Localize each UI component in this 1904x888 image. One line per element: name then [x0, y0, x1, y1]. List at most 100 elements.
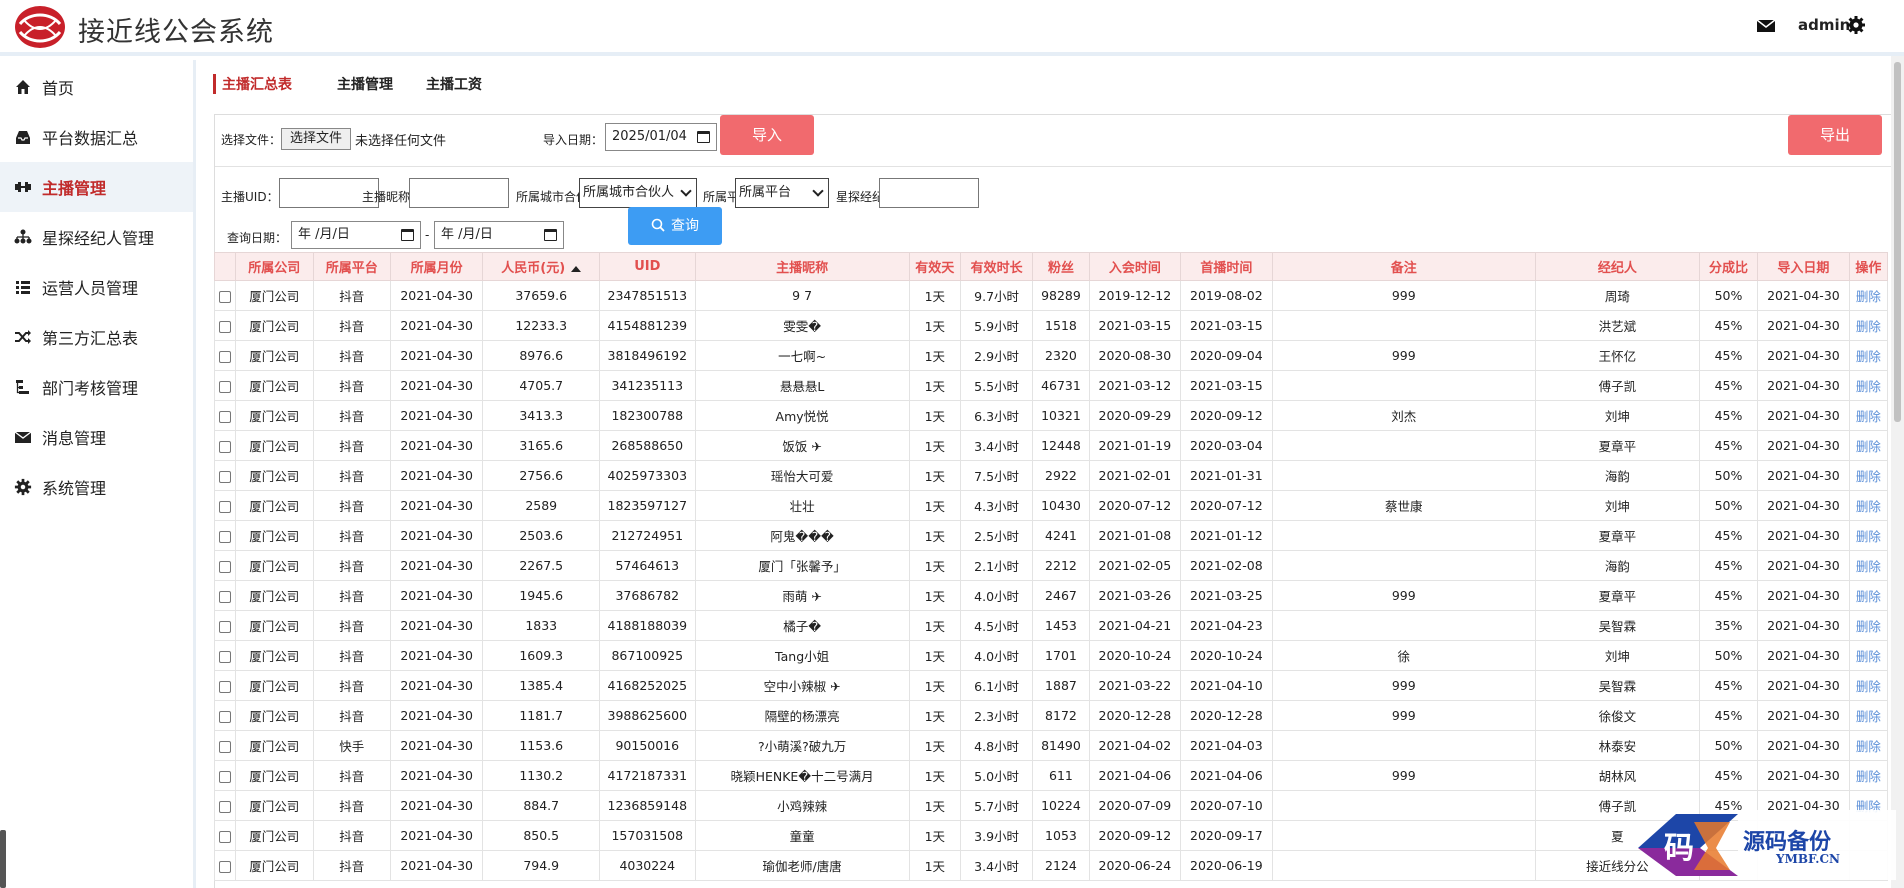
- column-header[interactable]: 导入日期: [1757, 252, 1850, 281]
- sidebar-item-messages[interactable]: 消息管理: [0, 412, 193, 462]
- column-header[interactable]: 人民币(元): [482, 252, 601, 281]
- column-header[interactable]: 粉丝: [1032, 252, 1090, 281]
- query-end-date[interactable]: 年 /月/日: [434, 221, 564, 249]
- row-checkbox[interactable]: [219, 830, 232, 843]
- table-cell: 2922: [1032, 460, 1090, 491]
- table-cell: 2021-04-30: [389, 580, 484, 611]
- row-checkbox[interactable]: [219, 410, 232, 423]
- delete-link[interactable]: 删除: [1848, 430, 1889, 461]
- delete-link[interactable]: 删除: [1848, 760, 1889, 791]
- table-cell: 2019-12-12: [1088, 280, 1182, 311]
- row-checkbox[interactable]: [219, 350, 232, 363]
- table-cell: 夏章平: [1534, 430, 1700, 461]
- column-header[interactable]: 所属公司: [235, 252, 314, 281]
- import-button[interactable]: 导入: [720, 115, 814, 155]
- delete-link[interactable]: 删除: [1848, 460, 1889, 491]
- table-cell: 刘坤: [1534, 490, 1700, 521]
- sidebar-item-anchor-management[interactable]: 主播管理: [0, 162, 193, 212]
- sidebar-item-home[interactable]: 首页: [0, 62, 193, 112]
- delete-link[interactable]: 删除: [1848, 580, 1889, 611]
- tab-anchor-management[interactable]: 主播管理: [337, 74, 393, 94]
- column-header[interactable]: 所属月份: [389, 252, 484, 281]
- row-select-cell: [213, 580, 237, 611]
- sidebar-item-operators[interactable]: 运营人员管理: [0, 262, 193, 312]
- delete-link[interactable]: 删除: [1848, 490, 1889, 521]
- table-cell: 50%: [1698, 640, 1759, 671]
- sidebar-scroll-handle[interactable]: [0, 830, 6, 888]
- row-select-cell: [213, 310, 237, 341]
- platform-select[interactable]: 所属平台: [735, 178, 829, 208]
- row-checkbox[interactable]: [219, 860, 232, 873]
- row-checkbox[interactable]: [219, 290, 232, 303]
- column-header[interactable]: UID: [599, 252, 696, 281]
- column-header[interactable]: 首播时间: [1180, 252, 1273, 281]
- delete-link[interactable]: 删除: [1848, 400, 1889, 431]
- delete-link[interactable]: 删除: [1848, 340, 1889, 371]
- row-checkbox[interactable]: [219, 770, 232, 783]
- query-start-date[interactable]: 年 /月/日: [291, 221, 421, 249]
- delete-link[interactable]: 删除: [1848, 280, 1889, 311]
- delete-link[interactable]: 删除: [1848, 700, 1889, 731]
- sidebar-item-third-party[interactable]: 第三方汇总表: [0, 312, 193, 362]
- delete-link[interactable]: 删除: [1848, 670, 1889, 701]
- column-header-label: 人民币(元): [501, 261, 566, 276]
- sidebar-item-system[interactable]: 系统管理: [0, 462, 193, 512]
- column-header[interactable]: 分成比: [1698, 252, 1759, 281]
- sort-ascending-icon[interactable]: [571, 265, 582, 272]
- column-header[interactable]: 所属平台: [312, 252, 391, 281]
- delete-link[interactable]: 删除: [1848, 310, 1889, 341]
- search-button[interactable]: 查询: [628, 207, 722, 245]
- table-cell: [1271, 790, 1536, 821]
- nickname-input[interactable]: [409, 178, 509, 208]
- page-scroll-thumb[interactable]: [1894, 62, 1901, 422]
- row-checkbox[interactable]: [219, 530, 232, 543]
- row-checkbox[interactable]: [219, 590, 232, 603]
- delete-link[interactable]: 删除: [1848, 370, 1889, 401]
- envelope-icon[interactable]: [1756, 18, 1776, 34]
- import-date-input[interactable]: 2025/01/04: [605, 123, 717, 151]
- column-header[interactable]: 入会时间: [1088, 252, 1182, 281]
- user-name[interactable]: admin: [1798, 16, 1850, 34]
- table-cell: 刘杰: [1271, 400, 1536, 431]
- table-cell: 50%: [1698, 730, 1759, 761]
- row-checkbox[interactable]: [219, 470, 232, 483]
- scout-input[interactable]: [879, 178, 979, 208]
- sidebar-item-scout-management[interactable]: 星探经纪人管理: [0, 212, 193, 262]
- sidebar-item-platform-data[interactable]: 平台数据汇总: [0, 112, 193, 162]
- table-cell: 2756.6: [482, 460, 601, 491]
- partner-select[interactable]: 所属城市合伙人: [579, 178, 697, 208]
- column-header[interactable]: 有效天: [908, 252, 961, 281]
- row-checkbox[interactable]: [219, 800, 232, 813]
- tab-anchor-salary[interactable]: 主播工资: [426, 74, 482, 94]
- row-checkbox[interactable]: [219, 320, 232, 333]
- row-checkbox[interactable]: [219, 620, 232, 633]
- export-button[interactable]: 导出: [1788, 115, 1882, 155]
- table-row: 厦门公司 抖音 2021-04-30 1945.6 37686782 雨萌 ✈ 1天 4.0小…: [213, 580, 1889, 611]
- row-checkbox[interactable]: [219, 650, 232, 663]
- table-cell: 橘子�: [694, 610, 910, 641]
- row-checkbox[interactable]: [219, 380, 232, 393]
- row-checkbox[interactable]: [219, 680, 232, 693]
- row-checkbox[interactable]: [219, 500, 232, 513]
- row-checkbox[interactable]: [219, 440, 232, 453]
- row-checkbox[interactable]: [219, 560, 232, 573]
- row-select-cell: [213, 520, 237, 551]
- column-header[interactable]: 经纪人: [1534, 252, 1700, 281]
- column-header[interactable]: 备注: [1271, 252, 1536, 281]
- delete-link[interactable]: 删除: [1848, 730, 1889, 761]
- row-checkbox[interactable]: [219, 740, 232, 753]
- gear-icon[interactable]: [1846, 15, 1866, 35]
- column-header[interactable]: 操作: [1848, 252, 1889, 281]
- sidebar-item-department-assessment[interactable]: 部门考核管理: [0, 362, 193, 412]
- column-header-label: 导入日期: [1777, 261, 1830, 276]
- delete-link[interactable]: 删除: [1848, 520, 1889, 551]
- table-cell: 2020-03-04: [1180, 430, 1273, 461]
- tab-anchor-summary[interactable]: 主播汇总表: [213, 74, 292, 94]
- choose-file-button[interactable]: 选择文件: [281, 128, 351, 150]
- delete-link[interactable]: 删除: [1848, 640, 1889, 671]
- delete-link[interactable]: 删除: [1848, 610, 1889, 641]
- delete-link[interactable]: 删除: [1848, 550, 1889, 581]
- column-header[interactable]: 有效时长: [959, 252, 1034, 281]
- row-checkbox[interactable]: [219, 710, 232, 723]
- column-header[interactable]: 主播昵称: [694, 252, 910, 281]
